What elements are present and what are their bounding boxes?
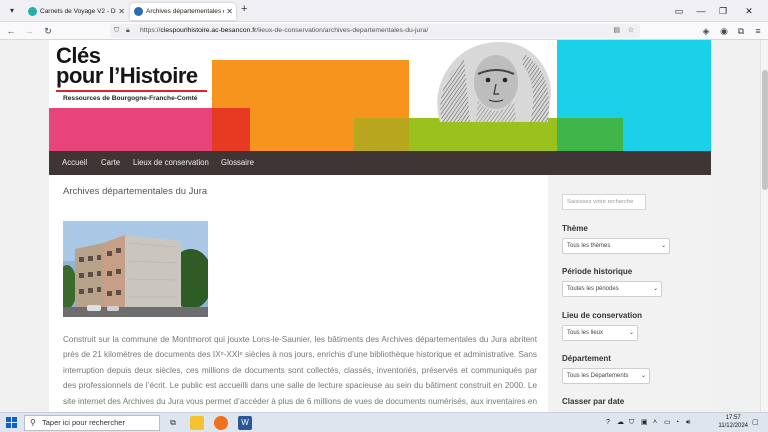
filter-title-date: Classer par date (562, 397, 625, 406)
windows-taskbar: ⚲ Taper ici pour rechercher ⧉ W ? ☁ ⛉ ▣ … (0, 412, 768, 432)
shield-icon[interactable]: ⛉ (114, 24, 119, 38)
maximize-window-icon[interactable]: ❐ (712, 3, 734, 19)
nav-item-glossaire[interactable]: Glossaire (221, 151, 254, 175)
forward-arrow-icon[interactable]: → (21, 23, 37, 39)
lieu-select-value: Tous les lieux (567, 330, 604, 336)
periode-select[interactable]: Toutes les périodes ⌄ (562, 281, 662, 297)
security-icon[interactable]: ⛉ (629, 416, 634, 430)
chevron-down-icon: ⌄ (652, 286, 658, 292)
main-content: Archives départementales du Jura Constru… (49, 175, 548, 412)
pocket-icon[interactable]: ◈ (698, 23, 714, 39)
page-viewport: Clés pour l’Histoire Ressources de Bourg… (0, 40, 760, 412)
taskbar-search-input[interactable]: ⚲ Taper ici pour rechercher (24, 415, 160, 431)
windows-start-icon[interactable] (6, 417, 18, 429)
task-view-icon[interactable]: ⧉ (166, 416, 180, 430)
url-prefix: https:// (140, 27, 161, 34)
tab-carnets-de-voyage[interactable]: Carnets de Voyage V2 - Digipad ✕ (24, 3, 128, 20)
site-logo[interactable]: Clés pour l’Histoire Ressources de Bourg… (56, 45, 209, 105)
periode-select-value: Toutes les périodes (567, 286, 619, 292)
tab-overview-icon[interactable]: ▭ (668, 3, 690, 19)
logo-subtitle: Ressources de Bourgogne-Franche-Comté (63, 95, 198, 102)
filter-title-departement: Département (562, 354, 611, 363)
sidebar: Saisissez votre recherche Thème Tous les… (548, 175, 711, 412)
banner-block-olive (354, 118, 409, 151)
show-hidden-icons-chevron-icon[interactable]: ˄ (653, 416, 657, 430)
filter-title-periode: Période historique (562, 267, 633, 276)
archives-building-photo (63, 221, 208, 317)
banner-block-red (212, 108, 250, 151)
tab-label: Archives départementales du Jura (146, 8, 224, 15)
close-tab-icon[interactable]: ✕ (226, 3, 233, 20)
app-tray-icon[interactable]: ▣ (641, 416, 648, 430)
tab-archives-jura[interactable]: Archives départementales du Jura ✕ (130, 3, 236, 20)
chevron-down-icon: ⌄ (660, 243, 666, 249)
back-arrow-icon[interactable]: ← (3, 23, 19, 39)
file-explorer-icon[interactable] (190, 416, 204, 430)
chevron-down-icon: ⌄ (640, 373, 646, 379)
close-window-icon[interactable]: ✕ (738, 3, 760, 19)
cloud-icon[interactable]: ☁ (617, 416, 624, 430)
firefox-icon[interactable] (214, 416, 228, 430)
site-container: Clés pour l’Histoire Ressources de Bourg… (49, 40, 711, 412)
theme-select[interactable]: Tous les thèmes ⌄ (562, 238, 670, 254)
menu-hamburger-icon[interactable]: ≡ (750, 23, 766, 39)
url-host: clespourlhistoire.ac-besancon.fr (160, 27, 257, 34)
network-icon[interactable]: ◔ (675, 416, 679, 430)
departement-select-value: Tous les Départements (567, 373, 629, 379)
site-header-banner: Clés pour l’Histoire Ressources de Bourg… (49, 40, 711, 151)
search-icon: ⚲ (30, 418, 36, 427)
word-icon[interactable]: W (238, 416, 252, 430)
digipad-favicon-icon (28, 7, 37, 16)
nav-item-accueil[interactable]: Accueil (62, 151, 87, 175)
close-tab-icon[interactable]: ✕ (118, 3, 125, 20)
minimize-window-icon[interactable]: — (690, 3, 712, 19)
theme-select-value: Tous les thèmes (567, 243, 611, 249)
browser-nav-bar: ← → ↻ ⛉ 🔒︎ https://clespourlhistoire.ac-… (0, 22, 768, 40)
help-icon[interactable]: ? (606, 416, 610, 430)
browser-tab-bar: ▾ Carnets de Voyage V2 - Digipad ✕ Archi… (0, 0, 768, 22)
nav-item-lieux-de-conservation[interactable]: Lieux de conservation (133, 151, 209, 175)
main-navigation: Accueil Carte Lieux de conservation Glos… (49, 151, 711, 175)
lieu-select[interactable]: Tous les lieux ⌄ (562, 325, 638, 341)
filter-title-theme: Thème (562, 224, 588, 233)
new-tab-plus-icon[interactable]: + (241, 3, 247, 15)
extensions-icon[interactable]: ⧉ (733, 23, 749, 39)
page-scrollbar[interactable] (760, 40, 768, 412)
lock-icon[interactable]: 🔒︎ (126, 24, 130, 38)
chevron-down-icon: ⌄ (628, 330, 634, 336)
banner-block-lime (409, 118, 557, 151)
taskbar-clock[interactable]: 17:57 11/12/2024 (718, 414, 748, 430)
wordpress-favicon-icon (134, 7, 143, 16)
clock-date: 11/12/2024 (718, 423, 748, 429)
reader-view-icon[interactable]: ▤ (613, 24, 620, 38)
search-input[interactable]: Saisissez votre recherche (562, 194, 646, 210)
volume-icon[interactable]: 🔊︎ (686, 416, 690, 430)
url-path: /lieux-de-conservation/archives-departem… (256, 27, 429, 34)
page-title: Archives départementales du Jura (63, 186, 208, 197)
tab-list-icon[interactable]: ▾ (6, 5, 18, 17)
clock-time: 17:57 (725, 415, 741, 421)
departement-select[interactable]: Tous les Départements ⌄ (562, 368, 650, 384)
battery-icon[interactable]: ▭ (664, 416, 671, 430)
reload-icon[interactable]: ↻ (40, 23, 56, 39)
account-icon[interactable]: ◉ (716, 23, 732, 39)
banner-block-green (557, 118, 623, 151)
taskbar-search-placeholder: Taper ici pour rechercher (42, 418, 125, 427)
scrollbar-thumb[interactable] (762, 70, 768, 190)
portrait-engraving-image (437, 41, 552, 122)
nav-item-carte[interactable]: Carte (101, 151, 120, 175)
logo-rule (56, 90, 207, 92)
notifications-icon[interactable]: ▢ (752, 416, 759, 430)
description-paragraph: Construit sur la commune de Montmorot qu… (63, 335, 537, 406)
banner-block-pink (49, 108, 212, 151)
address-bar[interactable]: ⛉ 🔒︎ https://clespourlhistoire.ac-besanc… (110, 24, 640, 38)
logo-line-2: pour l’Histoire (56, 63, 198, 88)
bookmark-star-icon[interactable]: ☆ (628, 24, 634, 38)
tab-label: Carnets de Voyage V2 - Digipad (40, 8, 116, 15)
filter-title-lieu: Lieu de conservation (562, 311, 643, 320)
